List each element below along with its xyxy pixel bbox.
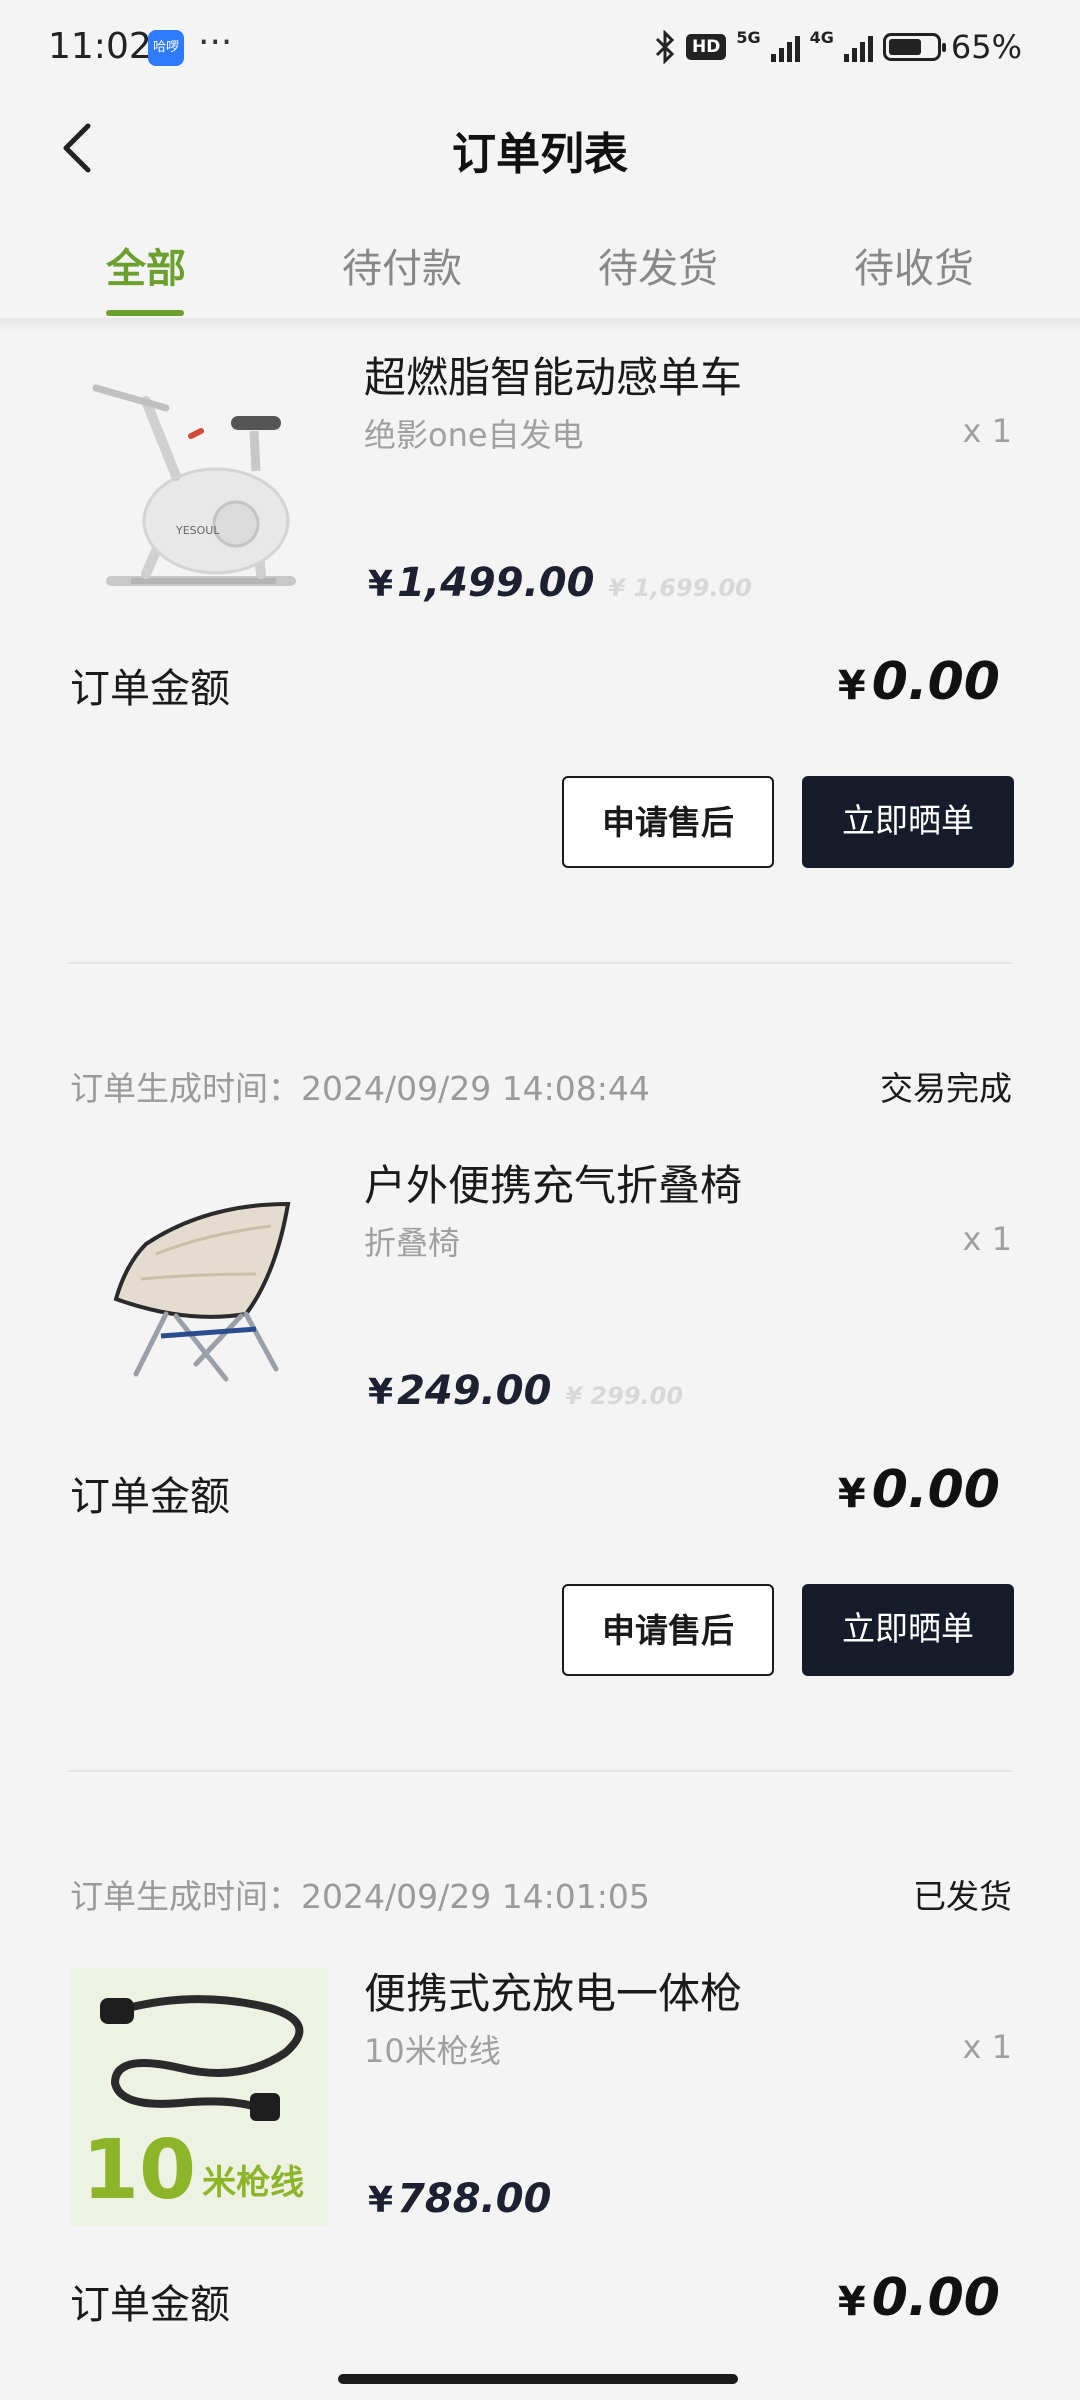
more-notifications-icon: ··· xyxy=(198,22,233,63)
battery-icon xyxy=(882,33,946,61)
tab-active-indicator xyxy=(106,310,184,316)
svg-text:YESOUL: YESOUL xyxy=(175,524,220,537)
tabs-divider xyxy=(0,318,1080,332)
order-divider xyxy=(68,962,1012,964)
product-name[interactable]: 户外便携充气折叠椅 xyxy=(364,1152,742,1213)
after-sale-button[interactable]: 申请售后 xyxy=(562,776,774,868)
product-spec: 折叠椅 xyxy=(364,1224,461,1262)
product-spec: 10米枪线 xyxy=(364,2032,501,2070)
chevron-left-icon xyxy=(63,123,91,173)
bluetooth-icon xyxy=(655,30,675,64)
status-indicators: HD 5G 4G 65% xyxy=(654,28,1022,66)
product-name[interactable]: 超燃脂智能动感单车 xyxy=(364,344,742,405)
product-quantity: x 1 xyxy=(962,412,1012,450)
product-price: ¥249.00 ¥ 299.00 xyxy=(368,1368,683,1414)
after-sale-button[interactable]: 申请售后 xyxy=(562,1584,774,1676)
original-price: ¥ 299.00 xyxy=(565,1382,684,1410)
order-amount-label: 订单金额 xyxy=(70,2282,230,2328)
product-price: ¥1,499.00 ¥ 1,699.00 xyxy=(368,560,752,606)
signal-5g-icon xyxy=(770,32,800,62)
original-price: ¥ 1,699.00 xyxy=(608,574,752,602)
currency-symbol: ¥ xyxy=(837,663,866,709)
share-review-button[interactable]: 立即晒单 xyxy=(802,1584,1014,1676)
order-amount-label: 订单金额 xyxy=(70,666,230,712)
currency-symbol: ¥ xyxy=(837,1471,866,1517)
app-notification-icon: 哈啰 xyxy=(148,30,184,66)
order-amount: ¥0.00 xyxy=(838,1460,1000,1520)
price-value: 788.00 xyxy=(397,2176,552,2222)
product-image-folding-chair[interactable] xyxy=(76,1164,326,1414)
tab-pending-receipt[interactable]: 待收货 xyxy=(854,236,974,294)
image-text-number: 10 xyxy=(82,2123,197,2218)
network-5g-label: 5G xyxy=(736,28,761,47)
product-name[interactable]: 便携式充放电一体枪 xyxy=(364,1960,742,2021)
tab-all[interactable]: 全部 xyxy=(106,236,186,294)
currency-symbol: ¥ xyxy=(368,564,394,605)
order-status: 交易完成 xyxy=(880,1069,1012,1108)
order-divider xyxy=(68,1770,1012,1772)
tab-pending-payment[interactable]: 待付款 xyxy=(342,236,462,294)
currency-symbol: ¥ xyxy=(368,2180,394,2221)
product-image-exercise-bike[interactable]: YESOUL xyxy=(76,356,326,606)
amount-value: 0.00 xyxy=(871,2268,1000,2328)
currency-symbol: ¥ xyxy=(837,2279,866,2325)
price-value: 249.00 xyxy=(397,1368,552,1414)
page-title: 订单列表 xyxy=(452,129,628,180)
hd-voice-icon: HD xyxy=(686,34,727,60)
tab-pending-shipment[interactable]: 待发货 xyxy=(598,236,718,294)
back-button[interactable] xyxy=(58,118,98,178)
amount-value: 0.00 xyxy=(871,652,1000,712)
share-review-button[interactable]: 立即晒单 xyxy=(802,776,1014,868)
order-created-time: 订单生成时间：2024/09/29 14:08:44 xyxy=(70,1069,650,1108)
home-indicator[interactable] xyxy=(338,2374,738,2384)
product-price: ¥788.00 xyxy=(368,2176,551,2222)
product-quantity: x 1 xyxy=(962,2028,1012,2066)
price-value: 1,499.00 xyxy=(397,560,595,606)
order-amount: ¥0.00 xyxy=(838,652,1000,712)
order-status: 已发货 xyxy=(913,1877,1012,1916)
order-created-time: 订单生成时间：2024/09/29 14:01:05 xyxy=(70,1877,650,1916)
image-text-label: 米枪线 xyxy=(202,2163,305,2203)
currency-symbol: ¥ xyxy=(368,1372,394,1413)
order-amount: ¥0.00 xyxy=(838,2268,1000,2328)
signal-4g-icon xyxy=(843,32,873,62)
product-image-charging-gun[interactable]: 10 米枪线 xyxy=(70,1968,328,2226)
product-quantity: x 1 xyxy=(962,1220,1012,1258)
order-amount-label: 订单金额 xyxy=(70,1474,230,1520)
network-4g-label: 4G xyxy=(809,28,834,47)
amount-value: 0.00 xyxy=(871,1460,1000,1520)
battery-percent: 65% xyxy=(950,28,1022,66)
status-time: 11:02 xyxy=(48,26,152,67)
product-spec: 绝影one自发电 xyxy=(364,416,584,454)
